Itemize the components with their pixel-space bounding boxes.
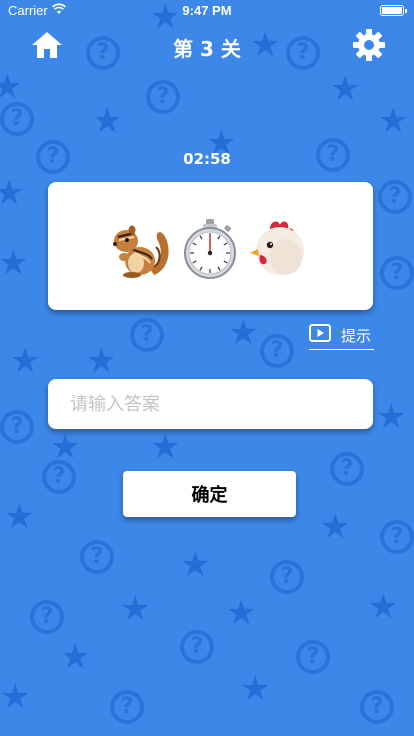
chicken-icon	[250, 221, 304, 275]
star-icon: ★	[368, 587, 399, 627]
star-icon: ★	[228, 313, 259, 353]
star-icon: ★	[86, 341, 117, 381]
star-icon: ★	[0, 243, 29, 283]
question-icon: ?	[360, 690, 394, 724]
question-icon: ?	[380, 256, 414, 290]
star-icon: ★	[180, 545, 211, 585]
star-icon: ★	[240, 669, 271, 709]
star-icon: ★	[60, 637, 91, 677]
star-icon: ★	[320, 507, 351, 547]
star-icon: ★	[330, 69, 361, 109]
question-icon: ?	[42, 460, 76, 494]
emoji-puzzle-card	[48, 182, 373, 310]
question-icon: ?	[30, 600, 64, 634]
star-icon: ★	[226, 593, 257, 633]
play-icon	[309, 324, 331, 342]
star-icon: ★	[0, 173, 25, 213]
star-icon: ★	[50, 427, 81, 467]
star-icon: ★	[10, 341, 41, 381]
chipmunk-icon	[113, 225, 169, 278]
star-icon: ★	[0, 677, 31, 717]
question-icon: ?	[378, 180, 412, 214]
background-pattern: ★ ★ ? ? ★ ★ ? ★ ? ★ ? ★ ? ★ ? ★ ? ? ★ ? …	[0, 0, 414, 736]
question-icon: ?	[270, 560, 304, 594]
status-bar: Carrier 9:47 PM	[0, 0, 414, 20]
question-icon: ?	[0, 410, 34, 444]
star-icon: ★	[120, 589, 151, 629]
star-icon: ★	[378, 101, 409, 141]
battery-icon	[380, 5, 407, 16]
hint-button[interactable]: 提示	[309, 322, 374, 350]
star-icon: ★	[92, 101, 123, 141]
star-icon: ★	[4, 497, 35, 537]
question-icon: ?	[180, 630, 214, 664]
star-icon: ★	[376, 397, 407, 437]
question-icon: ?	[380, 520, 414, 554]
question-icon: ?	[130, 318, 164, 352]
star-icon: ★	[0, 67, 23, 107]
question-icon: ?	[146, 80, 180, 114]
answer-input[interactable]	[48, 379, 373, 429]
gear-icon[interactable]	[352, 28, 386, 62]
question-icon: ?	[80, 540, 114, 574]
question-icon: ?	[260, 334, 294, 368]
stopwatch-icon	[184, 219, 236, 279]
question-icon: ?	[110, 690, 144, 724]
countdown-timer: 02:58	[183, 150, 231, 168]
question-icon: ?	[0, 102, 34, 136]
hint-label: 提示	[341, 327, 372, 345]
question-icon: ?	[296, 640, 330, 674]
question-icon: ?	[330, 452, 364, 486]
confirm-button[interactable]: 确定	[123, 471, 296, 517]
status-time: 9:47 PM	[182, 3, 232, 18]
star-icon: ★	[150, 427, 181, 467]
